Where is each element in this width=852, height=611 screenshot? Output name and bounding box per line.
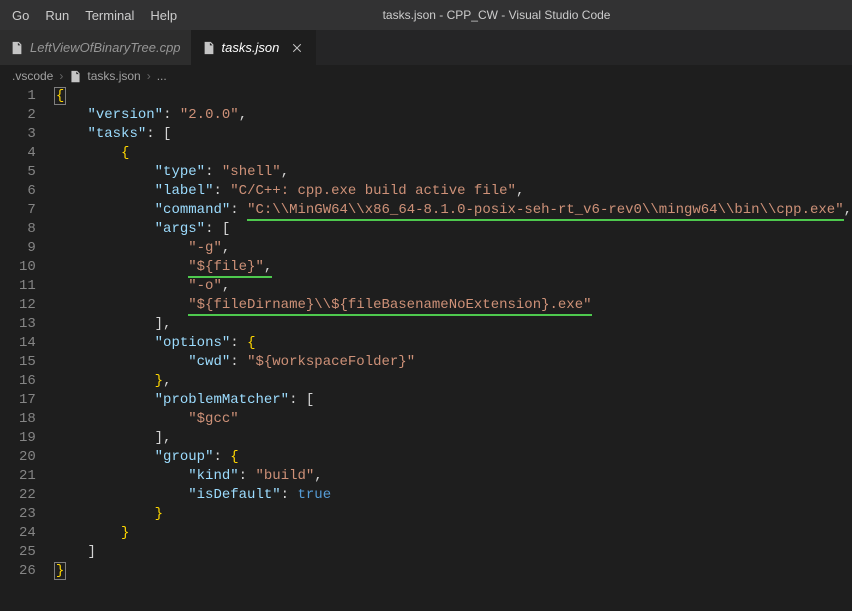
line-number: 7 — [0, 201, 36, 220]
line-number: 20 — [0, 448, 36, 467]
code-line[interactable]: "type": "shell", — [54, 163, 852, 182]
code-line[interactable]: "-o", — [54, 277, 852, 296]
code-line[interactable]: "$gcc" — [54, 410, 852, 429]
code-line[interactable]: "label": "C/C++: cpp.exe build active fi… — [54, 182, 852, 201]
code-line[interactable]: "${file}", — [54, 258, 852, 277]
file-icon — [69, 69, 83, 83]
code-line[interactable]: "problemMatcher": [ — [54, 391, 852, 410]
chevron-right-icon: › — [59, 69, 63, 83]
line-number: 14 — [0, 334, 36, 353]
code-line[interactable]: ], — [54, 315, 852, 334]
code-line[interactable]: "kind": "build", — [54, 467, 852, 486]
line-number: 19 — [0, 429, 36, 448]
code-line[interactable]: { — [54, 144, 852, 163]
line-number: 25 — [0, 543, 36, 562]
line-number-gutter: 1234567891011121314151617181920212223242… — [0, 87, 54, 581]
code-line[interactable]: "version": "2.0.0", — [54, 106, 852, 125]
line-number: 23 — [0, 505, 36, 524]
code-line[interactable]: "isDefault": true — [54, 486, 852, 505]
line-number: 16 — [0, 372, 36, 391]
menu-run[interactable]: Run — [37, 0, 77, 30]
line-number: 26 — [0, 562, 36, 581]
line-number: 4 — [0, 144, 36, 163]
code-line[interactable]: "tasks": [ — [54, 125, 852, 144]
breadcrumb-file[interactable]: tasks.json — [87, 69, 140, 83]
line-number: 8 — [0, 220, 36, 239]
line-number: 1 — [0, 87, 36, 106]
code-line[interactable]: "group": { — [54, 448, 852, 467]
code-line[interactable]: "options": { — [54, 334, 852, 353]
line-number: 18 — [0, 410, 36, 429]
tab-label: LeftViewOfBinaryTree.cpp — [30, 40, 181, 55]
code-line[interactable]: { — [54, 87, 852, 106]
line-number: 2 — [0, 106, 36, 125]
close-icon[interactable] — [289, 40, 305, 56]
code-line[interactable]: } — [54, 562, 852, 581]
code-line[interactable]: } — [54, 505, 852, 524]
tab-leftviewofbinarytree[interactable]: LeftViewOfBinaryTree.cpp — [0, 30, 192, 65]
code-line[interactable]: "${fileDirname}\\${fileBasenameNoExtensi… — [54, 296, 852, 315]
line-number: 21 — [0, 467, 36, 486]
code-area[interactable]: { "version": "2.0.0", "tasks": [ { "type… — [54, 87, 852, 581]
code-line[interactable]: "command": "C:\\MinGW64\\x86_64-8.1.0-po… — [54, 201, 852, 220]
line-number: 15 — [0, 353, 36, 372]
file-icon — [202, 41, 216, 55]
line-number: 3 — [0, 125, 36, 144]
breadcrumb[interactable]: .vscode › tasks.json › ... — [0, 65, 852, 87]
code-line[interactable]: } — [54, 524, 852, 543]
line-number: 6 — [0, 182, 36, 201]
line-number: 22 — [0, 486, 36, 505]
menu-terminal[interactable]: Terminal — [77, 0, 142, 30]
chevron-right-icon: › — [147, 69, 151, 83]
menu-help[interactable]: Help — [142, 0, 185, 30]
line-number: 5 — [0, 163, 36, 182]
code-line[interactable]: ], — [54, 429, 852, 448]
menu-go[interactable]: Go — [4, 0, 37, 30]
file-icon — [10, 41, 24, 55]
code-line[interactable]: "cwd": "${workspaceFolder}" — [54, 353, 852, 372]
code-line[interactable]: "args": [ — [54, 220, 852, 239]
breadcrumb-folder[interactable]: .vscode — [12, 69, 53, 83]
tab-tasks-json[interactable]: tasks.json — [192, 30, 317, 65]
line-number: 17 — [0, 391, 36, 410]
line-number: 11 — [0, 277, 36, 296]
breadcrumb-more[interactable]: ... — [157, 69, 167, 83]
line-number: 24 — [0, 524, 36, 543]
line-number: 13 — [0, 315, 36, 334]
editor[interactable]: 1234567891011121314151617181920212223242… — [0, 87, 852, 581]
code-line[interactable]: "-g", — [54, 239, 852, 258]
tab-label: tasks.json — [222, 40, 280, 55]
code-line[interactable]: ] — [54, 543, 852, 562]
tabbar: LeftViewOfBinaryTree.cpp tasks.json — [0, 30, 852, 65]
code-line[interactable]: }, — [54, 372, 852, 391]
line-number: 12 — [0, 296, 36, 315]
line-number: 10 — [0, 258, 36, 277]
line-number: 9 — [0, 239, 36, 258]
window-title: tasks.json - CPP_CW - Visual Studio Code — [185, 8, 848, 22]
menubar: Go Run Terminal Help tasks.json - CPP_CW… — [0, 0, 852, 30]
